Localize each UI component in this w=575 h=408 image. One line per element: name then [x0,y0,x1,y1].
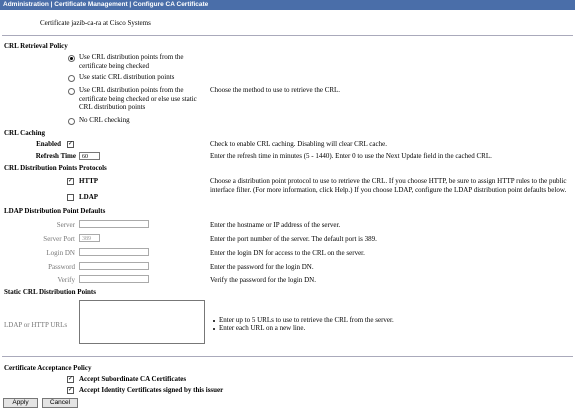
password-help: Enter the password for the login DN. [210,263,314,271]
server-port-input[interactable]: 389 [79,234,100,242]
crl-retrieval-help: Choose the method to use to retrieve the… [210,86,341,94]
certificate-label: Certificate [40,19,70,27]
crl-caching-enabled-checkbox[interactable]: ✓ [67,141,74,148]
accept-identity-label: Accept Identity Certificates signed by t… [79,386,224,394]
certificate-value: jazib-ca-ra at Cisco Systems [71,19,151,27]
login-dn-help: Enter the login DN for access to the CRL… [210,249,365,257]
radio-no-crl-checking-label: No CRL checking [79,116,130,124]
breadcrumb: Administration | Certificate Management … [3,1,209,8]
bullet-icon [213,320,215,322]
crl-caching-title: CRL Caching [4,129,46,137]
accept-subordinate-label: Accept Subordinate CA Certificates [79,375,187,383]
server-port-label: Server Port [43,235,75,243]
ldap-defaults-title: LDAP Distribution Point Defaults [4,207,106,215]
login-dn-input[interactable] [79,248,149,256]
login-dn-label: Login DN [46,249,75,257]
radio-use-static-cdp-label: Use static CRL distribution points [79,73,175,81]
divider [2,356,573,357]
urls-label: LDAP or HTTP URLs [4,321,68,329]
urls-textarea[interactable] [79,300,205,344]
server-input[interactable] [79,220,149,228]
crl-caching-enabled-label: Enabled [36,140,61,148]
radio-use-cdp-or-static-label: Use CRL distribution points from the cer… [79,86,197,111]
cdp-protocols-help: Choose a distribution point protocol to … [210,177,567,194]
crl-caching-enabled-help: Check to enable CRL caching. Disabling w… [210,140,387,148]
static-cdp-help-1: Enter up to 5 URLs to use to retrieve th… [219,316,394,324]
password-input[interactable] [79,262,149,270]
crl-retrieval-title: CRL Retrieval Policy [4,42,68,50]
refresh-time-input[interactable]: 60 [79,152,100,160]
apply-button[interactable]: Apply [3,398,38,408]
http-label: HTTP [79,177,99,185]
cdp-protocols-title: CRL Distribution Points Protocols [4,164,107,172]
refresh-time-help: Enter the refresh time in minutes (5 - 1… [210,152,492,160]
certificate-line: Certificate jazib-ca-ra at Cisco Systems [40,19,151,27]
radio-use-cdp-or-static[interactable] [68,88,75,95]
server-port-help: Enter the port number of the server. The… [210,235,377,243]
password-label: Password [48,263,75,271]
server-label: Server [56,221,75,229]
ldap-label: LDAP [79,193,99,201]
acceptance-title: Certificate Acceptance Policy [4,364,92,372]
radio-use-cdp-from-cert-label: Use CRL distribution points from the cer… [79,53,184,70]
breadcrumb-bar: Administration | Certificate Management … [0,0,575,10]
radio-use-static-cdp[interactable] [68,75,75,82]
verify-input[interactable] [79,275,149,283]
bullet-icon [213,328,215,330]
verify-label: Verify [57,276,76,284]
server-help: Enter the hostname or IP address of the … [210,221,341,229]
divider [2,35,573,36]
verify-help: Verify the password for the login DN. [210,276,316,284]
static-cdp-help-2: Enter each URL on a new line. [219,324,306,332]
radio-use-cdp-from-cert[interactable] [68,55,75,62]
cancel-button[interactable]: Cancel [42,398,78,408]
accept-subordinate-checkbox[interactable]: ✓ [67,376,74,383]
ldap-checkbox[interactable] [67,194,74,201]
static-cdp-title: Static CRL Distribution Points [4,288,96,296]
http-checkbox[interactable]: ✓ [67,178,74,185]
radio-no-crl-checking[interactable] [68,118,75,125]
accept-identity-checkbox[interactable]: ✓ [67,387,74,394]
refresh-time-label: Refresh Time [35,152,76,160]
